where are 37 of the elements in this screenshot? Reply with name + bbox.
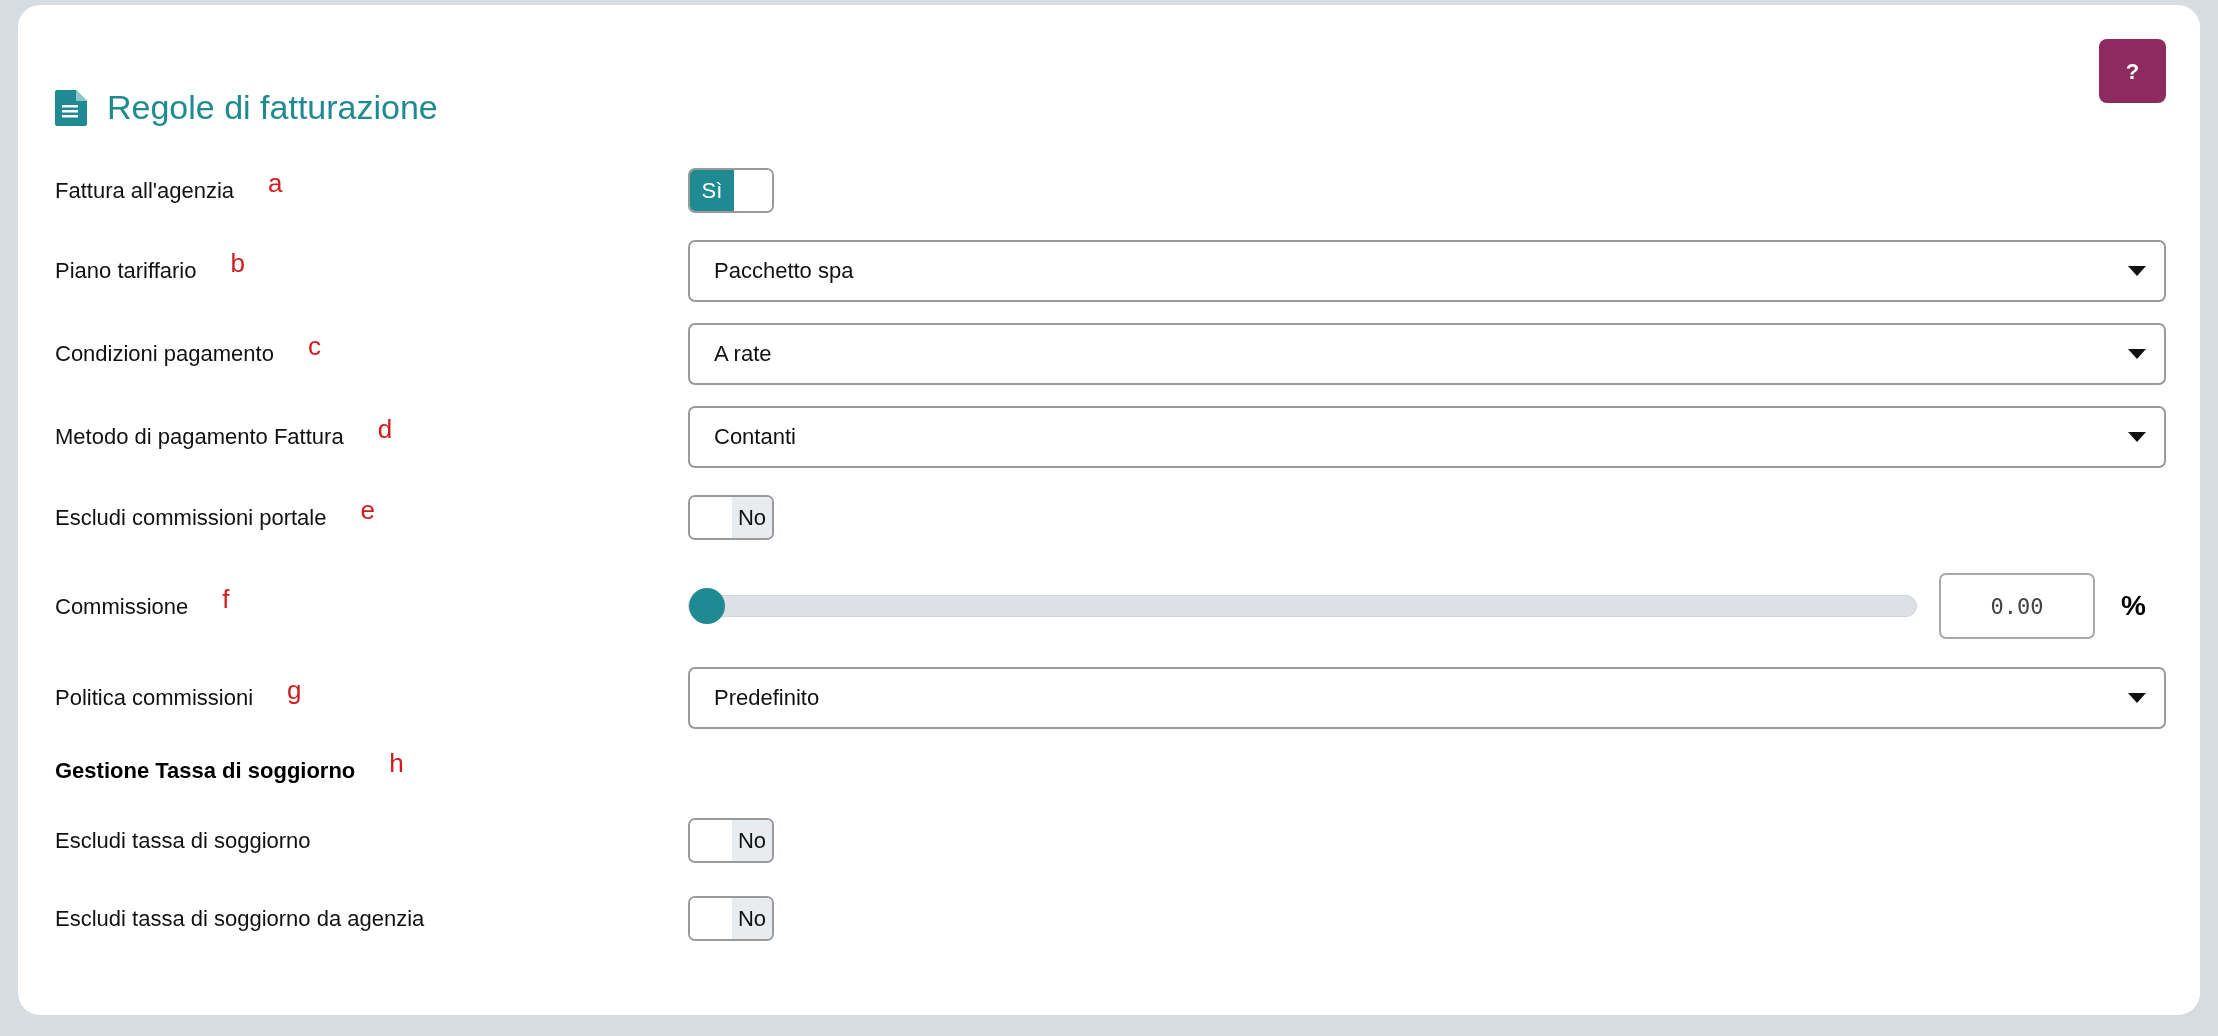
field-label: Condizioni pagamento bbox=[55, 340, 274, 368]
toggle-switch[interactable]: Sì bbox=[688, 167, 774, 213]
unit-label: % bbox=[2121, 589, 2146, 623]
dropdown-select[interactable]: Predefinito bbox=[688, 666, 2166, 729]
field-label: Escludi commissioni portale bbox=[55, 503, 327, 532]
help-button[interactable]: ? bbox=[2099, 39, 2166, 103]
toggle-switch[interactable]: No bbox=[688, 895, 774, 941]
annotation-letter: f bbox=[222, 582, 230, 616]
annotation-letter: b bbox=[230, 247, 245, 280]
section-heading: Gestione Tassa di soggiorno bbox=[55, 756, 356, 785]
annotation-letter: e bbox=[360, 493, 375, 527]
dropdown-select[interactable]: Contanti bbox=[688, 405, 2166, 468]
slider-thumb[interactable] bbox=[689, 588, 725, 624]
dropdown-select[interactable]: Pacchetto spa bbox=[688, 239, 2166, 302]
toggle-switch[interactable]: No bbox=[688, 494, 774, 540]
field-label: Piano tariffario bbox=[55, 257, 197, 285]
dropdown-select[interactable]: A rate bbox=[688, 322, 2166, 385]
annotation-letter: a bbox=[268, 166, 283, 200]
field-label: Commissione bbox=[55, 592, 189, 621]
field-label: Escludi tassa di soggiorno da agenzia bbox=[55, 904, 425, 933]
document-icon bbox=[55, 89, 87, 126]
field-label: Metodo di pagamento Fattura bbox=[55, 423, 344, 451]
slider[interactable] bbox=[688, 588, 1918, 624]
annotation-letter: h bbox=[389, 746, 404, 780]
annotation-letter: g bbox=[287, 674, 302, 707]
field-label: Politica commissioni bbox=[55, 684, 254, 712]
field-label: Fattura all'agenzia bbox=[55, 176, 235, 205]
field-label: Escludi tassa di soggiorno bbox=[55, 826, 311, 855]
caret-icon bbox=[2128, 431, 2146, 442]
annotation-letter: c bbox=[307, 330, 321, 363]
annotation-letter: d bbox=[377, 413, 393, 446]
caret-icon bbox=[2128, 348, 2146, 359]
caret-icon bbox=[2128, 265, 2146, 276]
percentage-input[interactable]: 0.00 bbox=[1939, 573, 2096, 639]
page-title: Regole di fatturazione bbox=[107, 87, 438, 128]
caret-icon bbox=[2128, 692, 2146, 703]
toggle-switch[interactable]: No bbox=[688, 817, 774, 863]
